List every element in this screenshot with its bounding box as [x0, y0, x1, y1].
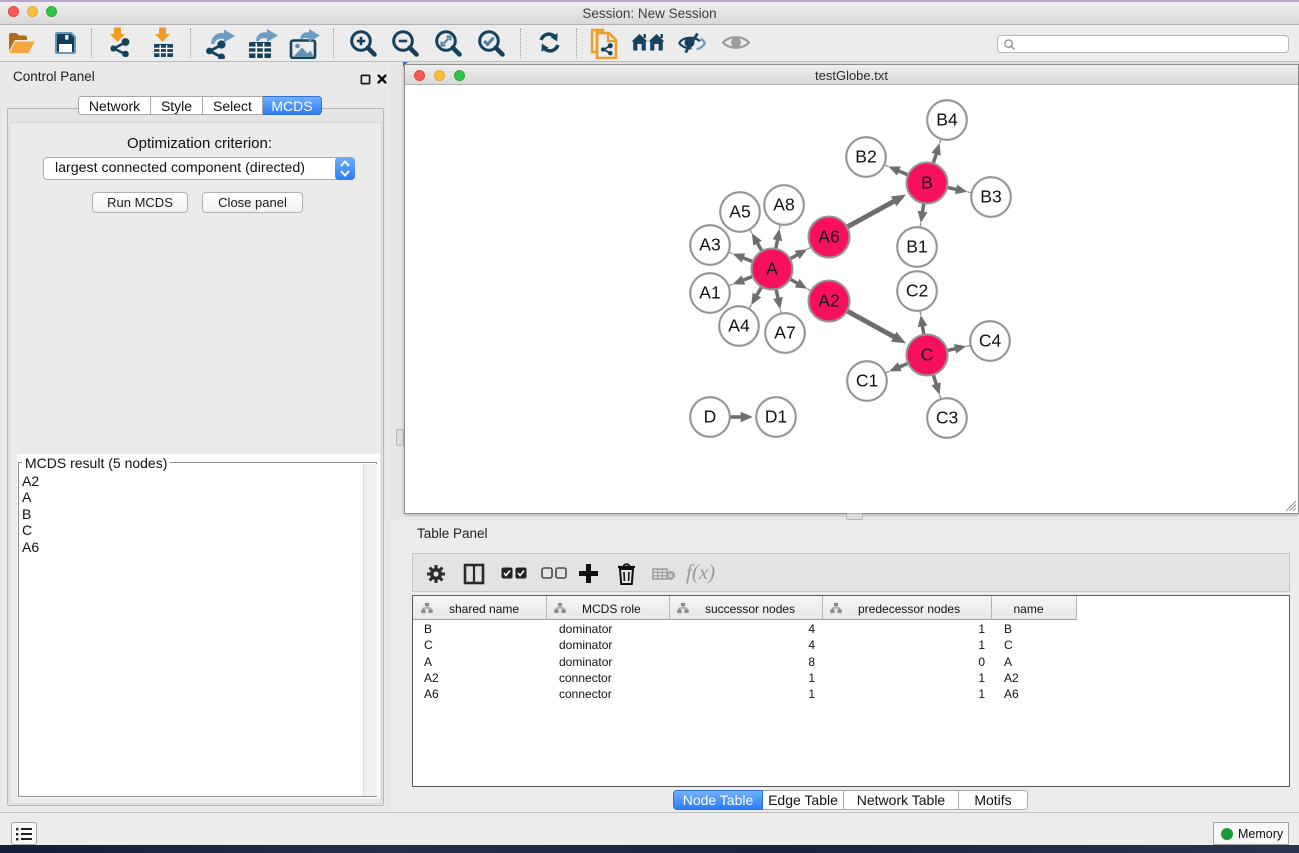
svg-text:A6: A6 [818, 227, 839, 247]
svg-text:C1: C1 [856, 371, 878, 391]
svg-text:B4: B4 [936, 110, 958, 130]
svg-text:D: D [704, 407, 717, 427]
svg-text:D1: D1 [765, 407, 787, 427]
svg-text:B2: B2 [855, 147, 876, 167]
svg-text:A3: A3 [699, 235, 720, 255]
svg-text:B: B [921, 173, 933, 193]
svg-text:B1: B1 [906, 237, 927, 257]
svg-text:A7: A7 [774, 323, 795, 343]
svg-text:C3: C3 [936, 408, 958, 428]
svg-text:B3: B3 [980, 187, 1001, 207]
svg-text:A1: A1 [699, 283, 720, 303]
svg-text:A2: A2 [818, 291, 839, 311]
svg-text:A5: A5 [729, 202, 750, 222]
svg-text:C: C [921, 345, 934, 365]
svg-text:C4: C4 [979, 331, 1002, 351]
svg-text:A8: A8 [773, 195, 794, 215]
svg-text:C2: C2 [906, 281, 928, 301]
svg-text:A: A [766, 259, 778, 279]
svg-text:A4: A4 [728, 316, 750, 336]
